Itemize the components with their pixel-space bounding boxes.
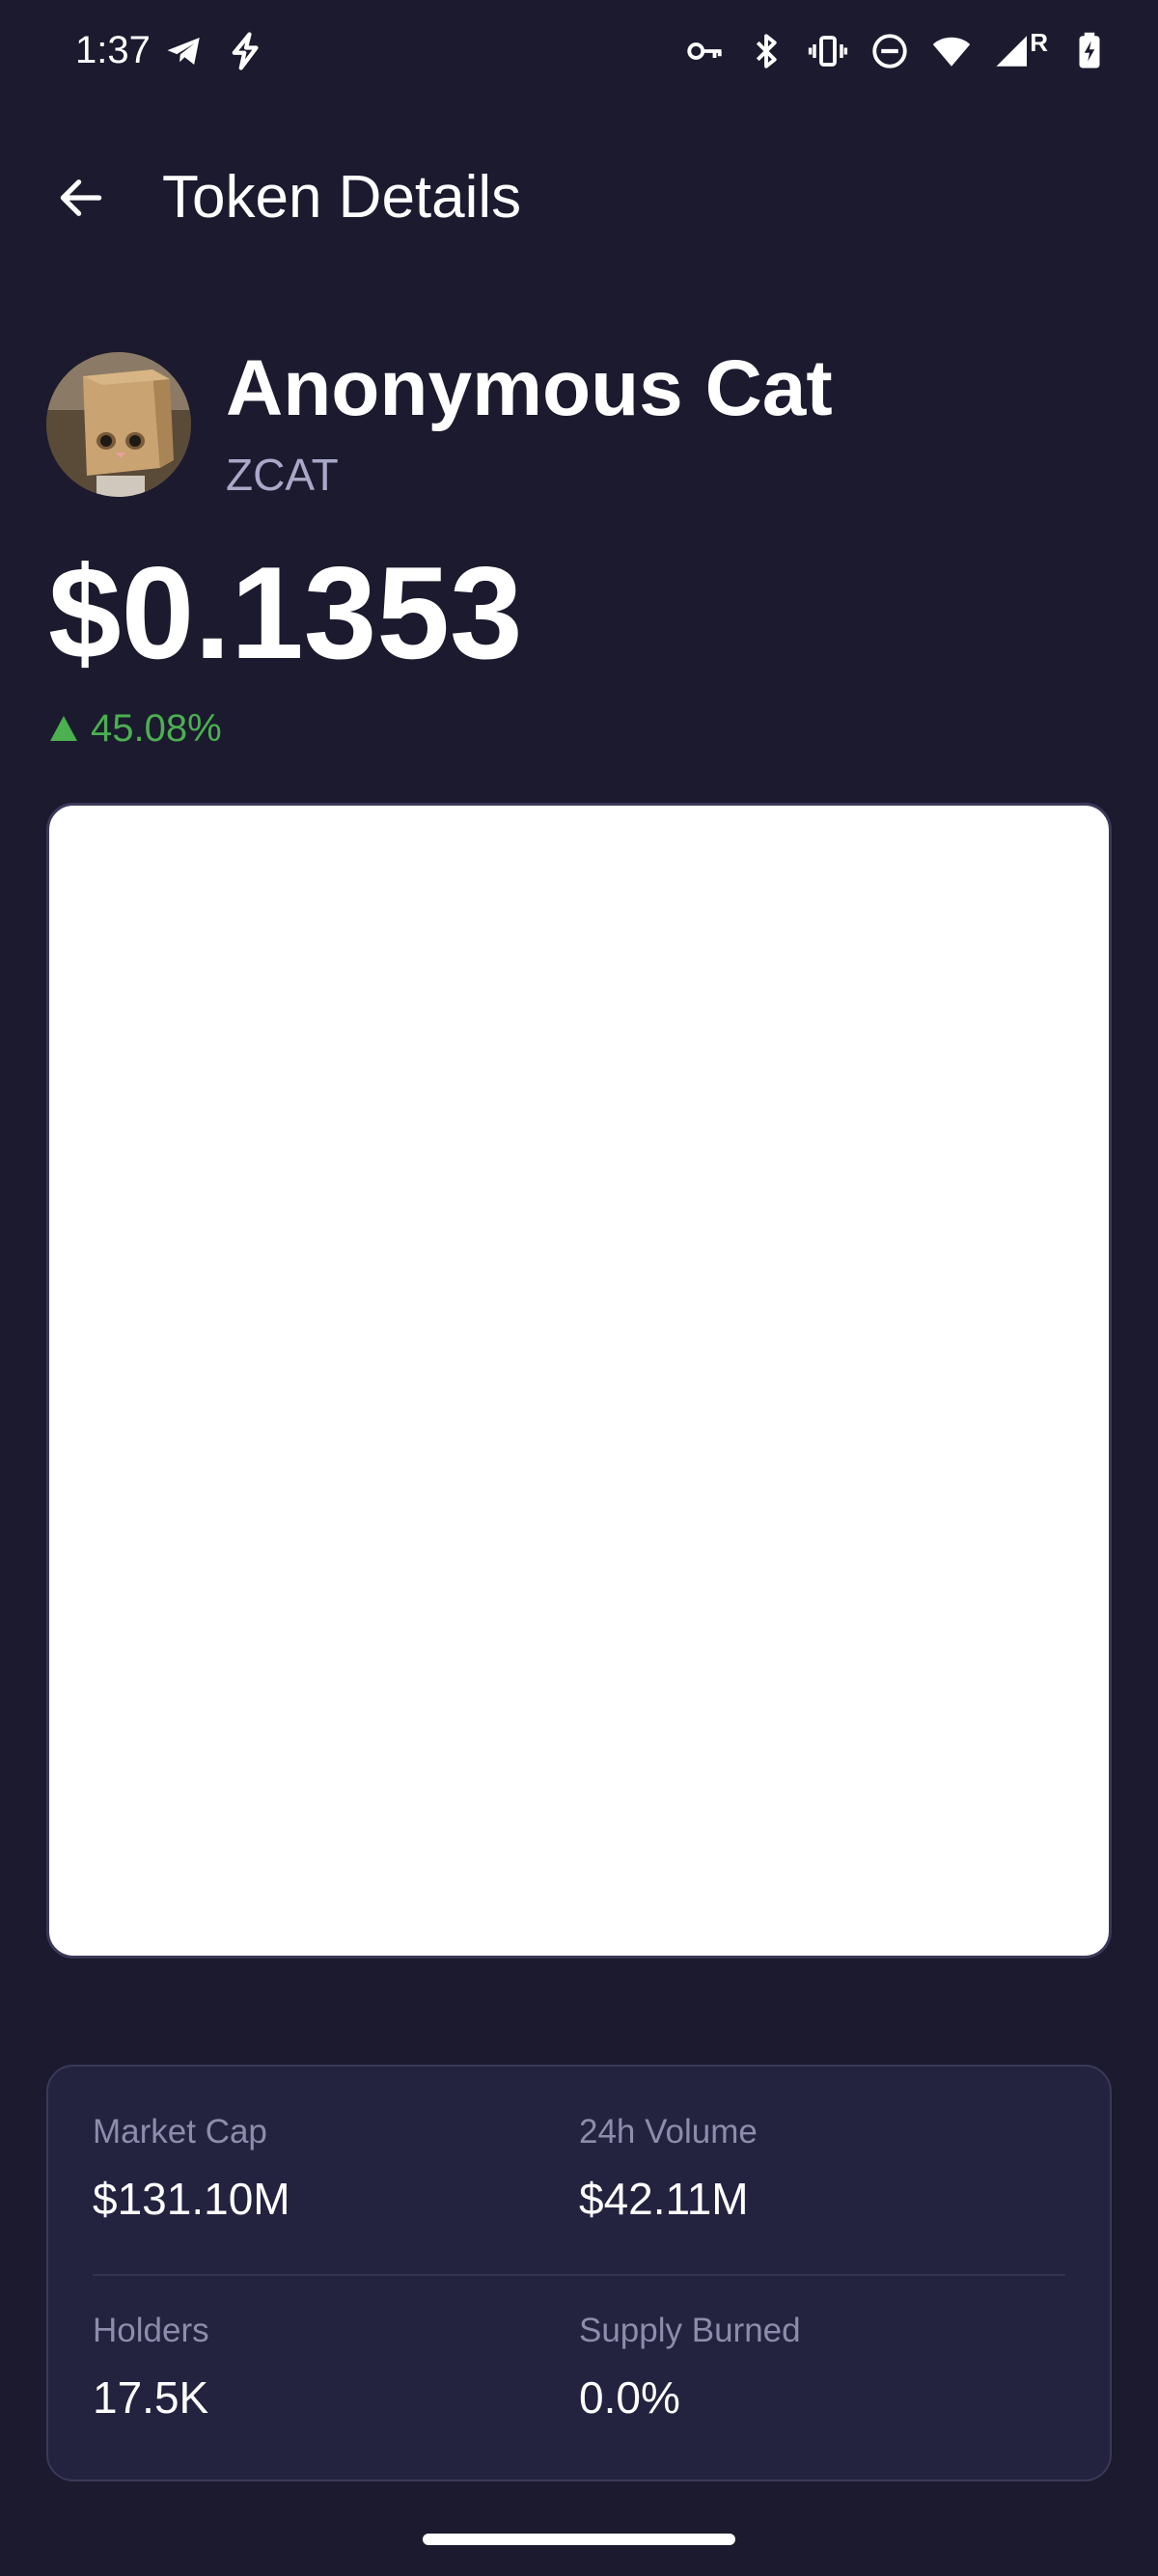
- stat-24h-volume: 24h Volume $42.11M: [579, 2113, 758, 2225]
- token-stats-card: Market Cap $131.10M 24h Volume $42.11M H…: [46, 2065, 1112, 2481]
- token-price: $0.1353: [48, 539, 523, 686]
- do-not-disturb-icon: [869, 31, 910, 71]
- stat-value: $42.11M: [579, 2174, 749, 2224]
- token-name: Anonymous Cat: [226, 344, 833, 432]
- stat-market-cap: Market Cap $131.10M: [93, 2113, 290, 2225]
- stat-label: 24h Volume: [579, 2113, 758, 2151]
- status-time: 1:37: [75, 29, 151, 71]
- wifi-icon: [931, 31, 972, 71]
- back-button[interactable]: [42, 166, 120, 230]
- price-chart-area[interactable]: [46, 803, 1112, 1959]
- vibrate-icon: [808, 31, 848, 71]
- page-title: Token Details: [162, 164, 522, 231]
- triangle-up-icon: [50, 716, 77, 741]
- key-icon: [684, 31, 725, 71]
- stat-value: 0.0%: [579, 2372, 680, 2423]
- stat-label: Market Cap: [93, 2113, 267, 2151]
- home-indicator[interactable]: [423, 2534, 735, 2545]
- app-bar: Token Details: [0, 145, 1158, 251]
- stat-label: Holders: [93, 2312, 209, 2349]
- telegram-icon: [164, 31, 205, 71]
- price-change: 45.08%: [50, 706, 222, 751]
- lightning-icon: [226, 31, 266, 71]
- stat-value: 17.5K: [93, 2372, 209, 2423]
- signal-icon: [993, 31, 1034, 71]
- arrow-left-icon: [60, 179, 102, 216]
- stat-holders: Holders 17.5K: [93, 2312, 209, 2424]
- stat-label: Supply Burned: [579, 2312, 801, 2349]
- battery-charging-icon: [1069, 31, 1110, 71]
- token-symbol: ZCAT: [226, 450, 339, 500]
- token-avatar: [46, 352, 191, 497]
- stat-supply-burned: Supply Burned 0.0%: [579, 2312, 801, 2424]
- stat-value: $131.10M: [93, 2174, 290, 2224]
- status-bar: 1:37 R: [0, 0, 1158, 106]
- roaming-indicator: R: [1030, 27, 1048, 57]
- bluetooth-icon: [746, 31, 786, 71]
- stats-divider: [93, 2274, 1065, 2276]
- price-change-value: 45.08%: [91, 707, 222, 750]
